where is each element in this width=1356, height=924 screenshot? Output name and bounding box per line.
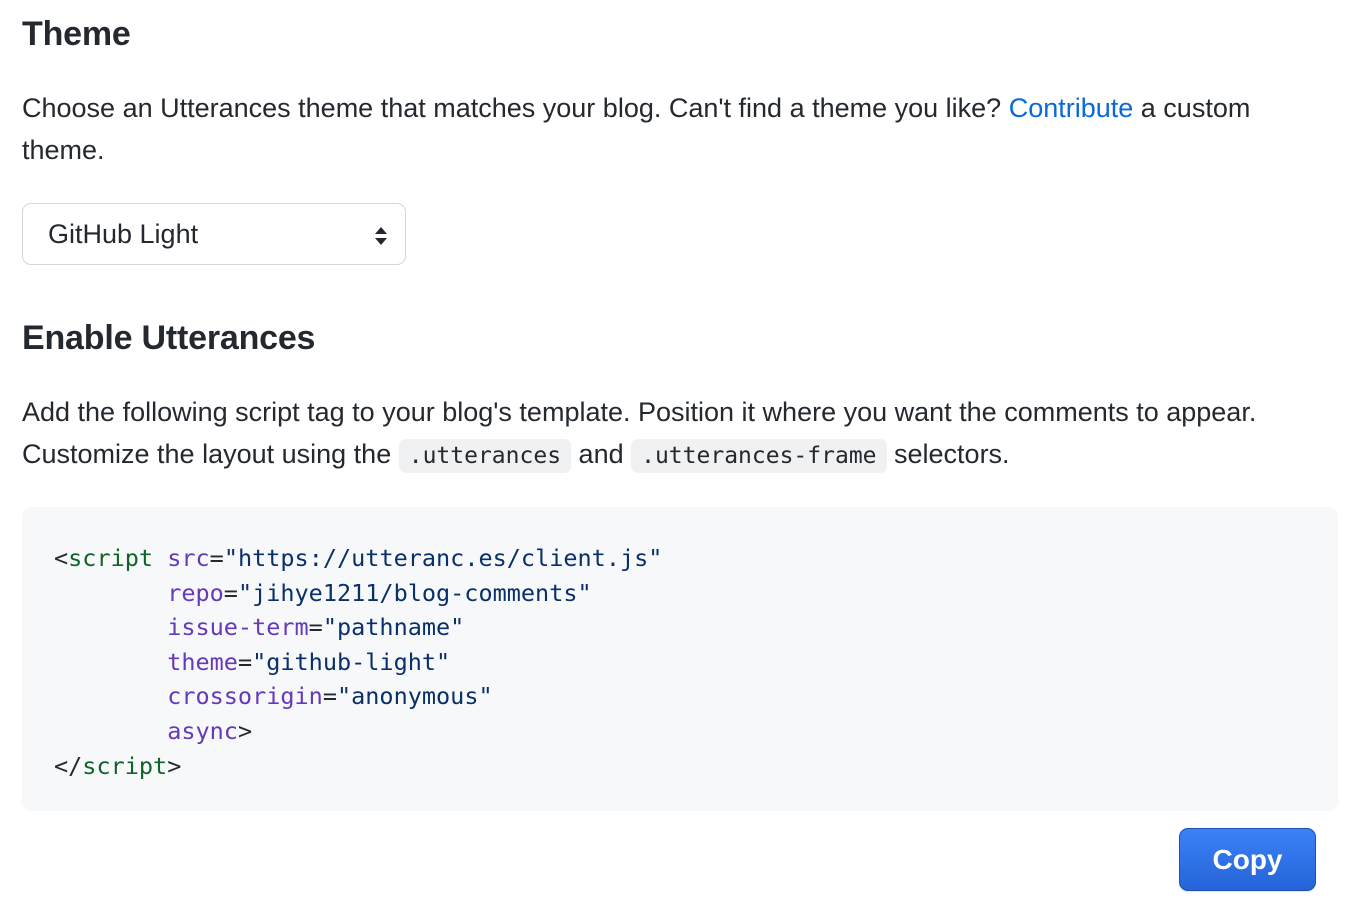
theme-select-value: GitHub Light	[48, 218, 199, 249]
code-gt: >	[237, 716, 253, 745]
code-close-gt: >	[167, 751, 182, 780]
code-attr-value: "jihye1211/blog-comments"	[237, 578, 592, 607]
theme-select[interactable]: GitHub Light	[22, 203, 406, 265]
theme-description: Choose an Utterances theme that matches …	[22, 87, 1312, 171]
code-async-attr: async	[167, 716, 238, 745]
code-attr-name: theme	[167, 647, 238, 676]
code-attr-value: "anonymous"	[336, 682, 493, 711]
utterances-frame-selector-code: .utterances-frame	[631, 439, 887, 473]
contribute-link[interactable]: Contribute	[1009, 93, 1134, 123]
code-open-tag: script	[68, 544, 154, 572]
enable-description-and: and	[571, 439, 632, 469]
enable-description: Add the following script tag to your blo…	[22, 391, 1322, 477]
utterances-selector-code: .utterances	[398, 439, 572, 473]
copy-button[interactable]: Copy	[1179, 828, 1316, 891]
code-attr-name: issue-term	[167, 613, 309, 642]
theme-heading: Theme	[22, 15, 131, 53]
enable-utterances-heading: Enable Utterances	[22, 319, 316, 357]
code-open-bracket: <	[54, 544, 69, 572]
script-code: <script src="https://utteranc.es/client.…	[54, 544, 663, 780]
code-attr-value: "pathname"	[322, 613, 465, 642]
script-code-block[interactable]: <script src="https://utteranc.es/client.…	[22, 507, 1338, 811]
code-close-open: </	[54, 751, 83, 780]
theme-description-text: Choose an Utterances theme that matches …	[22, 93, 1009, 123]
enable-description-end: selectors.	[886, 439, 1010, 469]
code-attr-name: src	[167, 544, 210, 572]
code-attr-name: crossorigin	[167, 682, 323, 711]
select-arrows-icon	[375, 227, 387, 245]
code-attr-value: "github-light"	[252, 647, 451, 676]
code-attr-name: repo	[167, 578, 224, 607]
code-close-tag: script	[82, 751, 168, 780]
code-attr-value: "https://utteranc.es/client.js"	[223, 544, 663, 572]
